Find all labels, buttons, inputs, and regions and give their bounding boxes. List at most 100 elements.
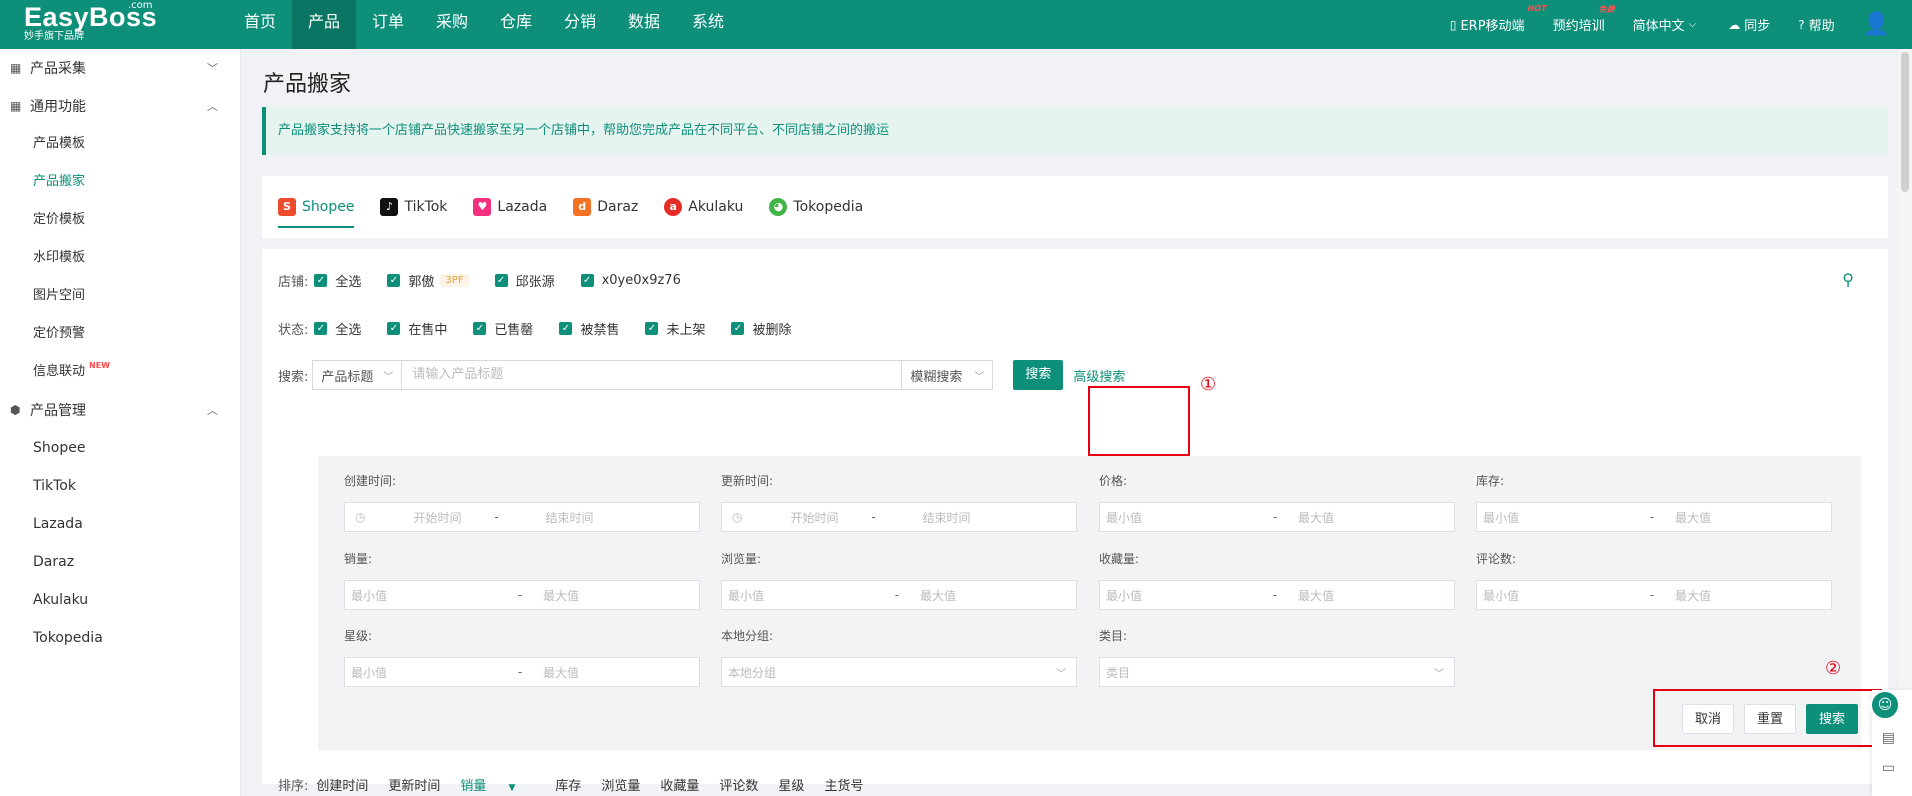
tab-daraz[interactable]: d Daraz	[573, 176, 638, 238]
sort-sku[interactable]: 主货号	[824, 775, 863, 794]
shop-type-badge: 3PF	[440, 274, 469, 287]
help-button[interactable]: ? 帮助	[1798, 15, 1834, 35]
nav-home[interactable]: 首页	[228, 0, 292, 49]
status-checkbox-deleted[interactable]: ✓ 被删除	[731, 319, 791, 338]
status-checkbox-unlisted[interactable]: ✓ 未上架	[645, 319, 705, 338]
stock-range[interactable]: 最小值 - 最大值	[1476, 502, 1832, 532]
sidebar-item-tokopedia[interactable]: Tokopedia	[0, 619, 240, 657]
user-icon[interactable]: 👤	[1863, 12, 1890, 37]
sort-stock[interactable]: 库存	[555, 775, 581, 794]
rating-range[interactable]: 最小值 - 最大值	[344, 657, 700, 687]
range-separator: -	[1649, 510, 1655, 524]
max-input[interactable]: 最大值	[1675, 509, 1711, 526]
logo[interactable]: EasyBoss .com 妙手旗下品牌	[24, 0, 174, 46]
sidebar-item-product-migration[interactable]: 产品搬家	[0, 163, 240, 201]
nav-products[interactable]: 产品	[292, 0, 356, 49]
sidebar-item-info-link[interactable]: 信息联动 NEW	[0, 353, 240, 391]
sort-reviews[interactable]: 评论数	[719, 775, 758, 794]
sort-favorites[interactable]: 收藏量	[660, 775, 699, 794]
min-input[interactable]: 最小值	[351, 587, 511, 604]
checkbox-checked-icon: ✓	[580, 274, 594, 287]
reviews-range[interactable]: 最小值 - 最大值	[1476, 580, 1832, 610]
search-input[interactable]: 请输入产品标题	[402, 360, 902, 390]
nav-distribution[interactable]: 分销	[548, 0, 612, 49]
sort-updated-time[interactable]: 更新时间	[388, 775, 440, 794]
sort-row: 排序: 创建时间 更新时间 销量 ▼ 库存 浏览量 收藏量 评论数 星级 主货号	[278, 775, 883, 794]
min-input[interactable]: 最小值	[351, 664, 511, 681]
status-checkbox-all[interactable]: ✓ 全选	[314, 319, 361, 338]
sidebar-item-shopee[interactable]: Shopee	[0, 429, 240, 467]
tab-lazada[interactable]: ♥ Lazada	[473, 176, 547, 238]
sort-created-time[interactable]: 创建时间	[316, 775, 368, 794]
sidebar-group-common[interactable]: ▦ 通用功能 ︿	[0, 87, 240, 125]
sort-sales[interactable]: 销量 ▼	[460, 775, 535, 794]
tab-tiktok[interactable]: ♪ TikTok	[380, 176, 447, 238]
document-icon[interactable]: ▤	[1882, 730, 1895, 746]
min-input[interactable]: 最小值	[1106, 509, 1266, 526]
nav-purchase[interactable]: 采购	[420, 0, 484, 49]
nav-data[interactable]: 数据	[612, 0, 676, 49]
start-time-placeholder: 开始时间	[790, 510, 839, 525]
scrollbar-thumb[interactable]	[1901, 52, 1909, 192]
filter-panel: 店铺: ✓ 全选 ✓ 郭傲 3PF ✓ 邱张源 ✓ x0ye0x9z76 ⚲ 状态: ✓ 全…	[262, 249, 1888, 794]
sidebar-group-collect[interactable]: ▦ 产品采集 ﹀	[0, 49, 240, 87]
sidebar-item-pricing-alert[interactable]: 定价预警	[0, 315, 240, 353]
favorites-range[interactable]: 最小值 - 最大值	[1099, 580, 1455, 610]
sidebar-item-lazada[interactable]: Lazada	[0, 505, 240, 543]
tab-shopee[interactable]: S Shopee	[278, 176, 355, 238]
local-group-select[interactable]: 本地分组 ﹀	[721, 657, 1077, 687]
max-input[interactable]: 最大值	[543, 664, 579, 681]
updated-date-range[interactable]: ◷ 开始时间 - 结束时间	[721, 502, 1077, 532]
sidebar-item-product-template[interactable]: 产品模板	[0, 125, 240, 163]
training-link[interactable]: 预约培训 免费	[1553, 5, 1615, 34]
match-mode-select[interactable]: 模糊搜索 ﹀	[901, 360, 994, 390]
category-select[interactable]: 类目 ﹀	[1099, 657, 1455, 687]
min-input[interactable]: 最小值	[1483, 509, 1643, 526]
max-input[interactable]: 最大值	[1298, 509, 1334, 526]
stock-field: 库存: 最小值 - 最大值	[1476, 472, 1832, 532]
search-icon[interactable]: ⚲	[1842, 270, 1854, 289]
price-range[interactable]: 最小值 - 最大值	[1099, 502, 1455, 532]
max-input[interactable]: 最大值	[543, 587, 579, 604]
advanced-search-link[interactable]: 高级搜索	[1073, 366, 1125, 385]
created-date-range[interactable]: ◷ 开始时间 - 结束时间	[344, 502, 700, 532]
status-checkbox-sold-out[interactable]: ✓ 已售罄	[473, 319, 533, 338]
sidebar-item-pricing-template[interactable]: 定价模板	[0, 201, 240, 239]
nav-orders[interactable]: 订单	[356, 0, 420, 49]
sort-views[interactable]: 浏览量	[601, 775, 640, 794]
shop-checkbox-all[interactable]: ✓ 全选	[314, 271, 361, 290]
nav-system[interactable]: 系统	[676, 0, 740, 49]
sidebar-item-daraz[interactable]: Daraz	[0, 543, 240, 581]
sidebar-item-akulaku[interactable]: Akulaku	[0, 581, 240, 619]
sidebar-item-image-space[interactable]: 图片空间	[0, 277, 240, 315]
sidebar-item-watermark-template[interactable]: 水印模板	[0, 239, 240, 277]
search-field-select[interactable]: 产品标题 ﹀	[312, 360, 403, 390]
max-input[interactable]: 最大值	[1298, 587, 1334, 604]
sidebar-item-tiktok[interactable]: TikTok	[0, 467, 240, 505]
support-avatar-icon[interactable]: ☺	[1870, 690, 1900, 720]
tab-tokopedia[interactable]: ◕ Tokopedia	[769, 176, 863, 238]
language-select[interactable]: 简体中文 ⌵	[1633, 15, 1701, 34]
max-input[interactable]: 最大值	[920, 587, 956, 604]
checkbox-label: 未上架	[666, 323, 706, 338]
status-checkbox-on-sale[interactable]: ✓ 在售中	[387, 319, 447, 338]
sidebar-group-manage[interactable]: ⬢ 产品管理 ︿	[0, 391, 240, 429]
max-input[interactable]: 最大值	[1675, 587, 1711, 604]
min-input[interactable]: 最小值	[1483, 587, 1643, 604]
views-range[interactable]: 最小值 - 最大值	[721, 580, 1077, 610]
tab-akulaku[interactable]: a Akulaku	[664, 176, 743, 238]
shop-checkbox-qiuzhangyuan[interactable]: ✓ 邱张源	[494, 271, 555, 290]
search-button[interactable]: 搜索	[1013, 360, 1064, 390]
min-input[interactable]: 最小值	[728, 587, 888, 604]
erp-mobile-link[interactable]: ▯ ERP移动端 HOT	[1450, 4, 1547, 34]
min-input[interactable]: 最小值	[1106, 587, 1266, 604]
shop-checkbox-x0ye0x9z76[interactable]: ✓ x0ye0x9z76	[580, 273, 681, 288]
status-label: 状态:	[278, 323, 309, 338]
sync-button[interactable]: ☁ 同步	[1728, 15, 1770, 35]
chat-icon[interactable]: ▭	[1882, 760, 1895, 776]
nav-warehouse[interactable]: 仓库	[484, 0, 548, 49]
sort-rating[interactable]: 星级	[778, 775, 804, 794]
shop-checkbox-guoao[interactable]: ✓ 郭傲 3PF	[387, 271, 469, 290]
status-checkbox-banned[interactable]: ✓ 被禁售	[559, 319, 619, 338]
sales-range[interactable]: 最小值 - 最大值	[344, 580, 700, 610]
